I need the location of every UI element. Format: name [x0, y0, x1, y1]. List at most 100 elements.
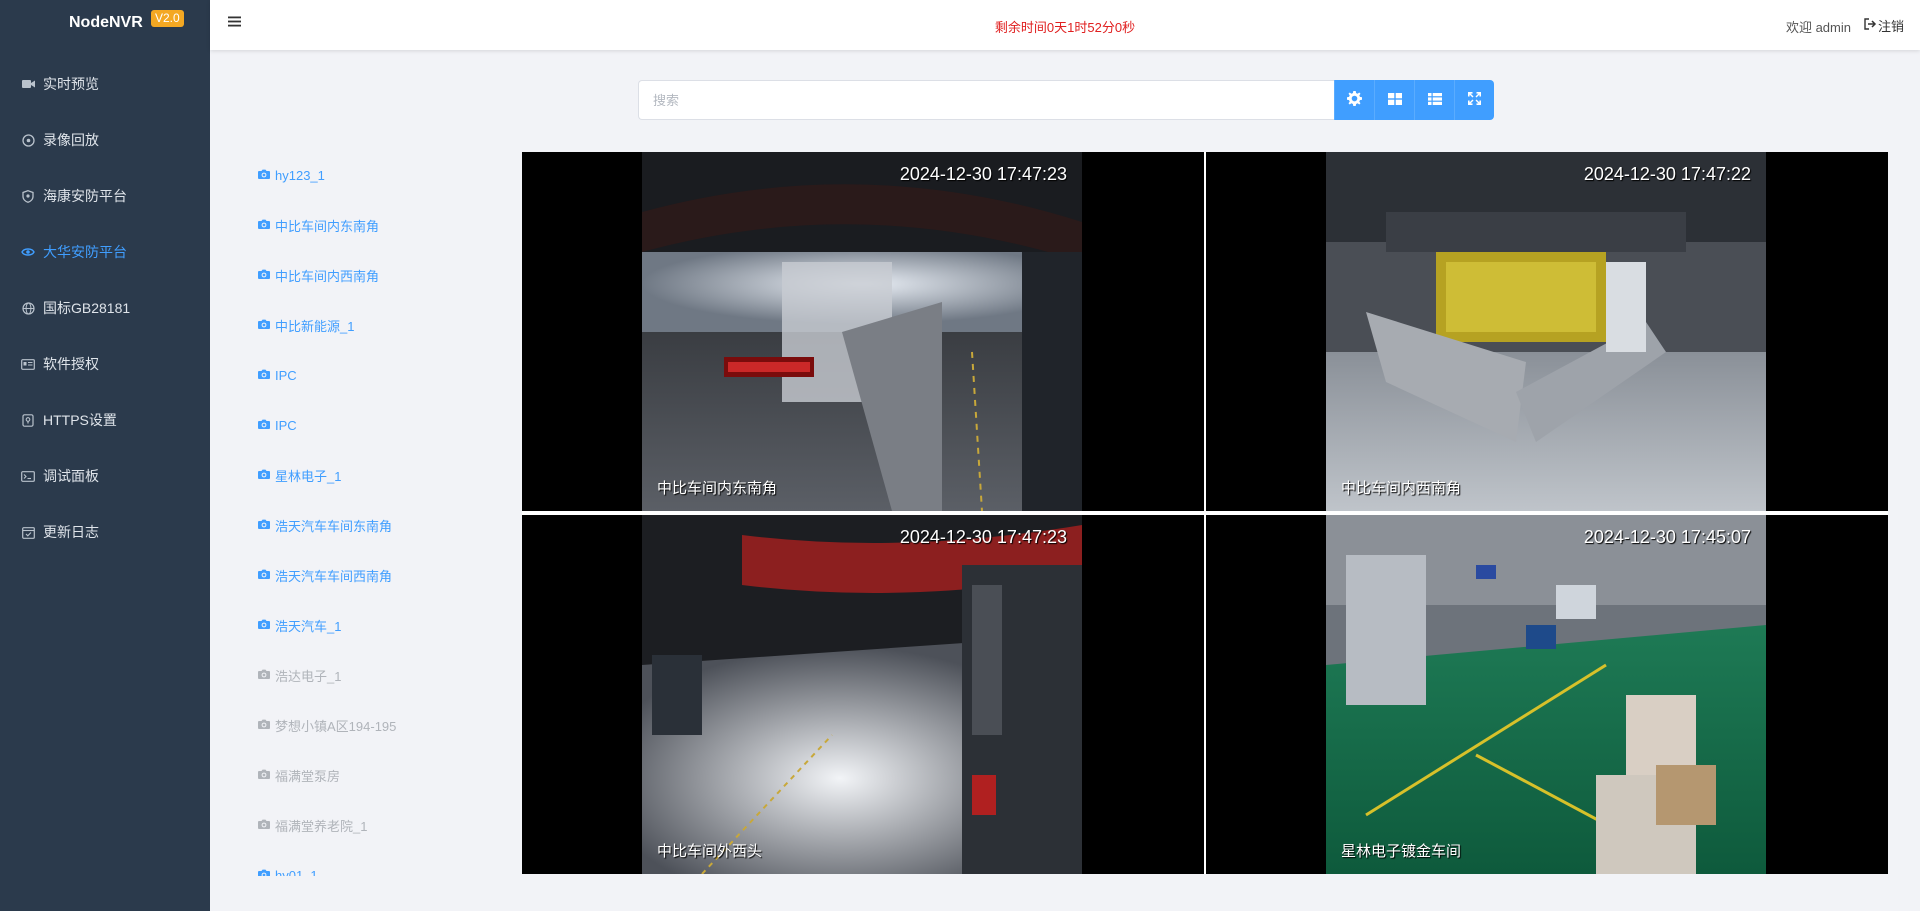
sign-out-icon: [1864, 18, 1877, 33]
nav-item-label: 国标GB28181: [43, 300, 131, 316]
camera-list-item[interactable]: 浩天汽车车间东南角: [258, 500, 508, 550]
version-badge: V2.0: [151, 10, 184, 27]
welcome-text: 欢迎 admin: [1785, 20, 1851, 35]
camera-name: hy123_1: [275, 167, 325, 183]
top-header: 剩余时间0天1时52分0秒 欢迎 admin 注销: [210, 0, 1920, 50]
camera-icon: [258, 319, 270, 332]
camera-list-item-offline[interactable]: 梦想小镇A区194-195: [258, 700, 508, 750]
camera-icon: [258, 769, 270, 782]
brand-name: NodeNVR: [69, 14, 143, 31]
video-timestamp: 2024-12-30 17:47:22: [1583, 164, 1751, 184]
terminal-icon: [20, 470, 36, 482]
nav-item-label: 录像回放: [43, 132, 99, 148]
brand: NodeNVR V2.0: [0, 0, 210, 46]
nav-item-changelog[interactable]: 更新日志: [0, 504, 210, 560]
video-label: 星林电子镀金车间: [1341, 843, 1462, 860]
nav-item-live-preview[interactable]: 实时预览: [0, 56, 210, 112]
camera-name: hy01_1: [275, 867, 318, 877]
camera-list-item[interactable]: 浩天汽车_1: [258, 600, 508, 650]
camera-icon: [258, 619, 270, 632]
nav-item-hikvision[interactable]: 海康安防平台: [0, 168, 210, 224]
grid-view-button[interactable]: [1374, 80, 1414, 120]
camera-list-item[interactable]: IPC: [258, 350, 508, 400]
list-icon: [1427, 92, 1442, 109]
camera-name: 中比车间内西南角: [275, 268, 380, 284]
camera-list-item[interactable]: hy01_1: [258, 850, 508, 876]
video-label: 中比车间外西头: [657, 843, 763, 860]
camera-name: 梦想小镇A区194-195: [275, 718, 397, 734]
camera-list-item-offline[interactable]: 福满堂泵房: [258, 750, 508, 800]
calendar-icon: [20, 526, 36, 539]
video-label: 中比车间内东南角: [657, 480, 778, 497]
nav-item-dahua[interactable]: 大华安防平台: [0, 224, 210, 280]
camera-list-item-offline[interactable]: 福满堂养老院_1: [258, 800, 508, 850]
camera-icon: [258, 519, 270, 532]
gear-icon: [1347, 90, 1362, 110]
camera-name: 福满堂泵房: [275, 768, 341, 784]
video-label: 中比车间内西南角: [1341, 480, 1462, 497]
nav-item-https[interactable]: HTTPS设置: [0, 392, 210, 448]
camera-icon: [258, 819, 270, 832]
id-card-icon: [20, 358, 36, 370]
camera-icon: [258, 669, 270, 682]
video-feed-image: [642, 515, 1082, 874]
shield-icon: [20, 189, 36, 203]
nav-item-label: 调试面板: [43, 468, 99, 484]
video-timestamp: 2024-12-30 17:47:23: [899, 527, 1067, 547]
lock-icon: [20, 413, 36, 427]
camera-icon: [258, 469, 270, 482]
logout-label: 注销: [1877, 19, 1904, 34]
camera-icon: [258, 419, 270, 432]
camera-icon: [258, 869, 270, 876]
search-input[interactable]: [638, 80, 1334, 120]
camera-name: 中比车间内东南角: [275, 218, 380, 234]
camera-name: 福满堂养老院_1: [275, 818, 368, 834]
camera-list-item[interactable]: 星林电子_1: [258, 450, 508, 500]
camera-name: IPC: [275, 417, 297, 433]
camera-name: IPC: [275, 367, 297, 383]
nav-item-label: 软件授权: [43, 356, 99, 372]
camera-list-item[interactable]: 中比车间内东南角: [258, 200, 508, 250]
grid-2x2-icon: [1387, 92, 1402, 109]
video-tile[interactable]: 2024-12-30 17:47:23 中比车间外西头: [522, 515, 1204, 874]
camera-list-item[interactable]: hy123_1: [258, 150, 508, 200]
camera-list-item[interactable]: 中比新能源_1: [258, 300, 508, 350]
camera-list: hy123_1 中比车间内东南角 中比车间内西南角 中比新能源_1 IPC IP…: [258, 150, 508, 876]
video-grid: 2024-12-30 17:47:23 中比车间内东南角 2024-12-30 …: [522, 152, 1888, 874]
globe-icon: [20, 301, 36, 315]
camera-list-item[interactable]: 浩天汽车车间西南角: [258, 550, 508, 600]
video-tile[interactable]: 2024-12-30 17:47:22 中比车间内西南角: [1206, 152, 1888, 511]
video-feed-image: [642, 152, 1082, 511]
license-countdown: 剩余时间0天1时52分0秒: [994, 20, 1136, 35]
camera-name: 星林电子_1: [275, 468, 342, 484]
video-feed-image: [1326, 515, 1766, 874]
camera-list-item[interactable]: 中比车间内西南角: [258, 250, 508, 300]
camera-icon: [258, 569, 270, 582]
camera-list-item-offline[interactable]: 浩达电子_1: [258, 650, 508, 700]
camera-name: 浩达电子_1: [275, 668, 342, 684]
settings-button[interactable]: [1334, 80, 1374, 120]
search-toolbar: [638, 80, 1494, 120]
camera-icon: [258, 369, 270, 382]
nav-item-label: 大华安防平台: [43, 244, 127, 260]
sidebar: NodeNVR V2.0 实时预览 录像回放 海康安防平台 大华安防平台 国标G…: [0, 0, 210, 911]
video-tile[interactable]: 2024-12-30 17:47:23 中比车间内东南角: [522, 152, 1204, 511]
camera-name: 浩天汽车车间东南角: [275, 518, 393, 534]
list-view-button[interactable]: [1414, 80, 1454, 120]
eye-icon: [20, 247, 36, 257]
camera-list-item[interactable]: IPC: [258, 400, 508, 450]
nav-item-playback[interactable]: 录像回放: [0, 112, 210, 168]
camera-icon: [258, 169, 270, 182]
nav-item-gb28181[interactable]: 国标GB28181: [0, 280, 210, 336]
video-tile[interactable]: 2024-12-30 17:45:07 星林电子镀金车间: [1206, 515, 1888, 874]
nav-item-label: 实时预览: [43, 76, 99, 92]
camera-icon: [258, 269, 270, 282]
logout-button[interactable]: 注销: [1864, 16, 1904, 35]
nav-menu: 实时预览 录像回放 海康安防平台 大华安防平台 国标GB28181 软件授权 H…: [0, 56, 210, 560]
video-timestamp: 2024-12-30 17:45:07: [1583, 527, 1751, 547]
nav-item-debug[interactable]: 调试面板: [0, 448, 210, 504]
fullscreen-button[interactable]: [1454, 80, 1494, 120]
camera-name: 中比新能源_1: [275, 318, 355, 334]
camera-icon: [258, 219, 270, 232]
nav-item-license[interactable]: 软件授权: [0, 336, 210, 392]
